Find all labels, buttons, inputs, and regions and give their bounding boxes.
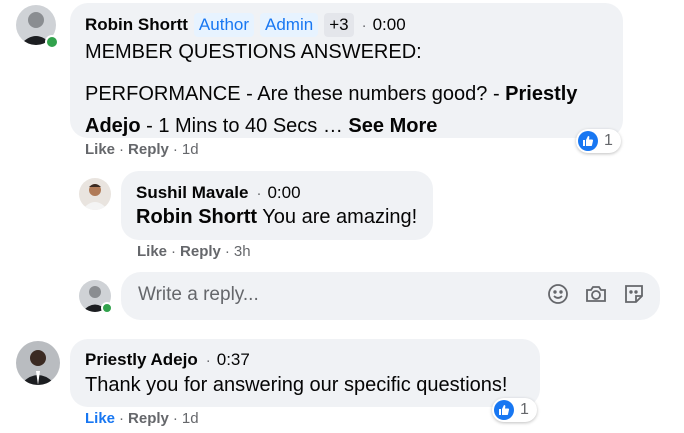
reaction-count[interactable]: 1 [576, 129, 621, 153]
reaction-count[interactable]: 1 [492, 398, 537, 422]
reply-button[interactable]: Reply [128, 410, 169, 427]
author-badge[interactable]: Author [193, 13, 255, 37]
separator-dot: · [256, 184, 262, 202]
video-timestamp[interactable]: 0:37 [217, 350, 250, 370]
separator-dot: · [172, 141, 178, 158]
thumbs-up-icon [494, 400, 514, 420]
comment-line: PERFORMANCE - Are these numbers good? - … [85, 78, 605, 110]
comment-bubble: Robin Shortt Author Admin +3 · 0:00 MEMB… [70, 3, 623, 138]
comment-text-part: You are amazing! [257, 206, 418, 228]
comment-text-part: - 1 Mins to 40 Secs … [140, 115, 349, 137]
more-badges[interactable]: +3 [324, 13, 354, 37]
reply-button[interactable]: Reply [128, 141, 169, 158]
emoji-icon[interactable] [546, 282, 570, 306]
comment-author[interactable]: Sushil Mavale [136, 183, 248, 203]
mention-link[interactable]: Adejo [85, 115, 141, 137]
separator-dot: · [119, 141, 125, 158]
comment-age[interactable]: 1d [182, 141, 199, 158]
avatar-sushil-mavale[interactable] [79, 178, 111, 210]
mention-link[interactable]: Robin Shortt [136, 206, 257, 228]
comment-age[interactable]: 3h [234, 243, 251, 260]
reaction-number: 1 [604, 132, 613, 149]
reply-input[interactable]: Write a reply... [121, 272, 660, 320]
reply-placeholder: Write a reply... [138, 284, 259, 305]
separator-dot: · [119, 410, 125, 427]
separator-dot: · [205, 351, 211, 369]
separator-dot: · [172, 410, 178, 427]
avatar-priestly-adejo[interactable] [16, 341, 60, 385]
like-button[interactable]: Like [85, 410, 115, 427]
separator-dot: · [171, 243, 177, 260]
sticker-icon[interactable] [622, 282, 646, 306]
comment-author[interactable]: Robin Shortt [85, 15, 188, 35]
comment-actions: Like · Reply · 1d [85, 141, 199, 158]
separator-dot: · [224, 243, 230, 260]
video-timestamp[interactable]: 0:00 [373, 15, 406, 35]
admin-badge[interactable]: Admin [260, 13, 319, 37]
comment-author[interactable]: Priestly Adejo [85, 350, 198, 370]
online-status-icon [45, 35, 59, 49]
online-status-icon [101, 302, 113, 314]
comment-actions: Like · Reply · 3h [137, 243, 251, 260]
comment-bubble: Priestly Adejo · 0:37 Thank you for answ… [70, 339, 540, 407]
see-more-link[interactable]: See More [348, 115, 437, 137]
comment-text-part: PERFORMANCE - Are these numbers good? - [85, 83, 506, 105]
like-button[interactable]: Like [85, 141, 115, 158]
video-timestamp[interactable]: 0:00 [267, 183, 300, 203]
comment-text: Thank you for answering our specific que… [85, 374, 508, 396]
comment-actions: Like · Reply · 1d [85, 410, 199, 427]
comment-line: MEMBER QUESTIONS ANSWERED: [85, 41, 422, 63]
like-button[interactable]: Like [137, 243, 167, 260]
thumbs-up-icon [578, 131, 598, 151]
comment-age[interactable]: 1d [182, 410, 199, 427]
reaction-number: 1 [520, 401, 529, 418]
comment-text: Robin Shortt You are amazing! [136, 201, 417, 233]
comment-text: MEMBER QUESTIONS ANSWERED: PERFORMANCE -… [85, 36, 605, 142]
comment-line: Adejo - 1 Mins to 40 Secs … See More [85, 110, 605, 142]
separator-dot: · [361, 16, 367, 34]
mention-link[interactable]: Priestly [505, 83, 577, 105]
reply-button[interactable]: Reply [180, 243, 221, 260]
camera-icon[interactable] [584, 282, 608, 306]
reply-bubble: Sushil Mavale · 0:00 Robin Shortt You ar… [121, 171, 433, 240]
